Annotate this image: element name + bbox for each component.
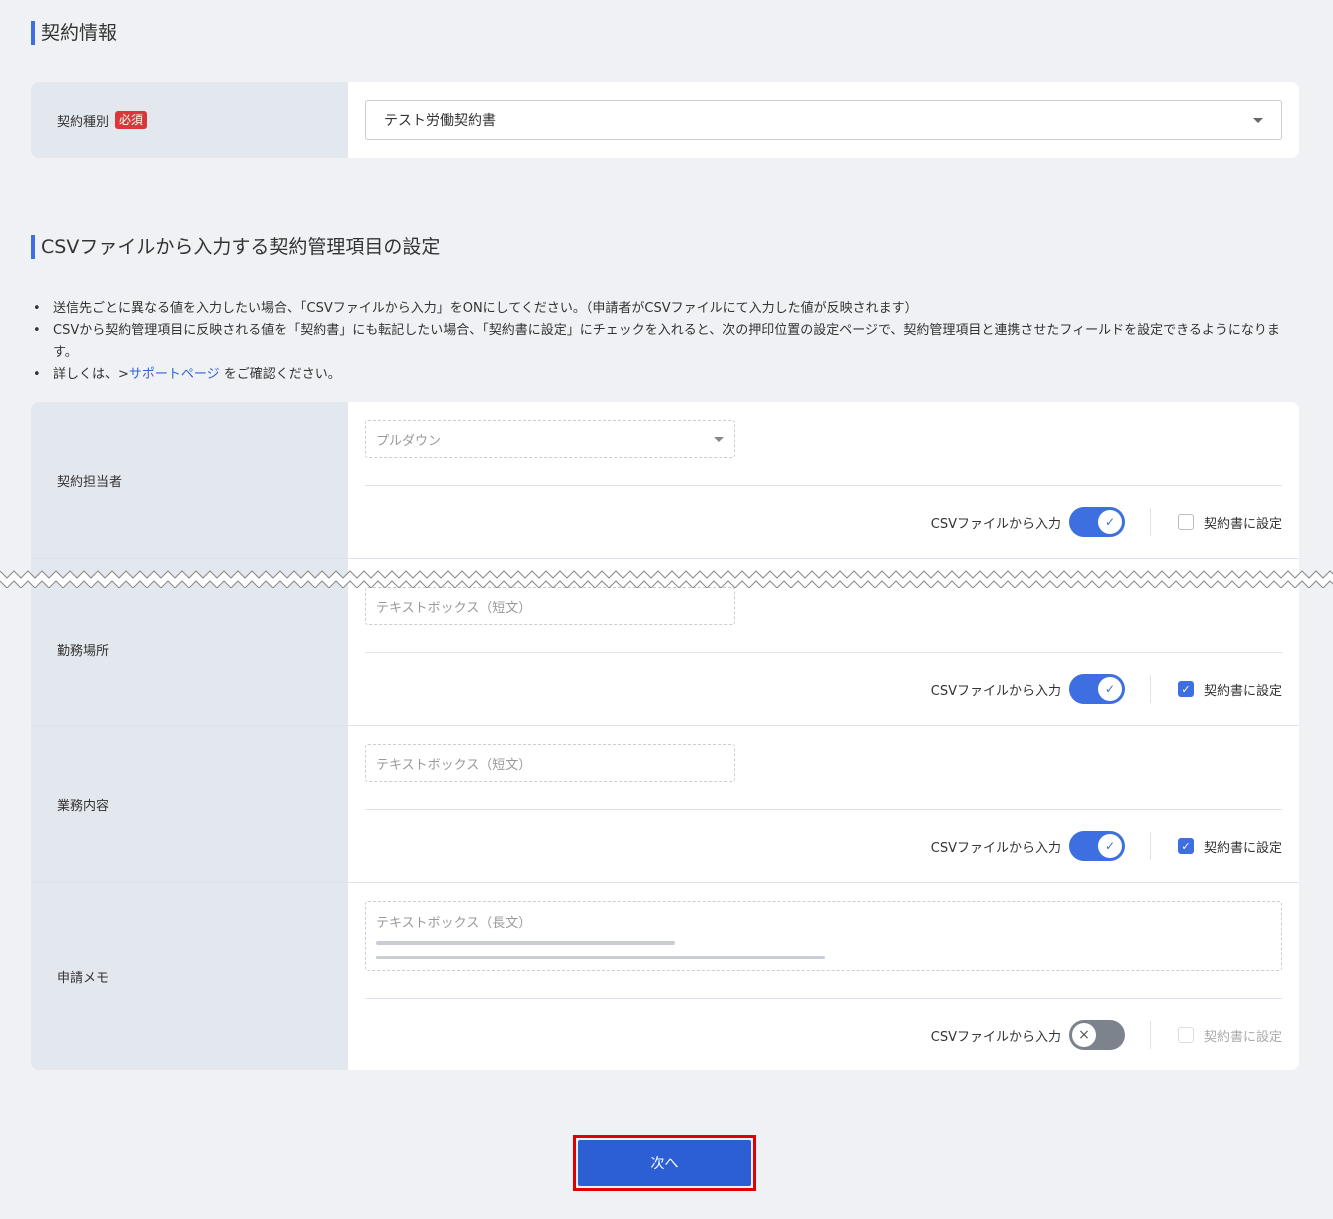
textbox-short-placeholder: テキストボックス（短文） bbox=[365, 587, 735, 625]
field-row-contract-owner: 契約担当者 プルダウン CSVファイルから入力 ✓ 契約書に設定 bbox=[31, 402, 1299, 559]
csv-toggle-label: CSVファイルから入力 bbox=[930, 840, 1061, 856]
close-icon: × bbox=[1071, 1023, 1096, 1047]
dropdown-placeholder: プルダウン bbox=[365, 420, 735, 458]
row-controls: CSVファイルから入力 ✓ ✓ 契約書に設定 bbox=[365, 653, 1282, 725]
row-controls: CSVファイルから入力 ✓ 契約書に設定 bbox=[365, 486, 1282, 558]
note-item: CSVから契約管理項目に反映される値を「契約書」にも転記したい場合、「契約書に設… bbox=[31, 320, 1299, 364]
set-contract-checkbox[interactable]: ✓ bbox=[1177, 838, 1194, 854]
vertical-divider bbox=[1149, 675, 1151, 703]
csv-toggle[interactable]: ✓ bbox=[1068, 831, 1125, 861]
row-controls: CSVファイルから入力 × 契約書に設定 bbox=[365, 999, 1282, 1070]
contract-type-select[interactable]: テスト労働契約書 bbox=[365, 100, 1282, 140]
field-label: 申請メモ bbox=[31, 883, 348, 1070]
csv-toggle[interactable]: ✓ bbox=[1068, 507, 1125, 537]
csv-fields-card: 契約担当者 プルダウン CSVファイルから入力 ✓ 契約書に設定 勤務場所 テキ bbox=[31, 402, 1299, 1070]
csv-toggle[interactable]: × bbox=[1068, 1020, 1125, 1050]
chevron-down-icon bbox=[1253, 118, 1263, 123]
textbox-long-placeholder: テキストボックス（長文） bbox=[365, 901, 1282, 971]
required-badge: 必須 bbox=[115, 111, 148, 129]
note-item: 送信先ごとに異なる値を入力したい場合、「CSVファイルから入力」をONにしてくだ… bbox=[31, 298, 1299, 320]
vertical-divider bbox=[1149, 832, 1151, 860]
set-contract-checkbox[interactable] bbox=[1177, 1027, 1194, 1043]
set-contract-option[interactable]: 契約書に設定 bbox=[1177, 513, 1282, 532]
set-contract-checkbox[interactable]: ✓ bbox=[1177, 681, 1194, 697]
set-contract-option[interactable]: ✓ 契約書に設定 bbox=[1177, 837, 1282, 856]
set-contract-checkbox[interactable] bbox=[1177, 514, 1194, 530]
check-icon: ✓ bbox=[1097, 834, 1122, 858]
contract-type-label: 契約種別 必須 bbox=[31, 82, 348, 158]
field-row-job-description: 業務内容 テキストボックス（短文） CSVファイルから入力 ✓ ✓ 契約書に設定 bbox=[31, 726, 1299, 883]
vertical-divider bbox=[1149, 1021, 1151, 1049]
set-contract-option[interactable]: ✓ 契約書に設定 bbox=[1177, 680, 1282, 699]
field-label: 契約担当者 bbox=[31, 402, 348, 558]
contract-type-card: 契約種別 必須 テスト労働契約書 bbox=[31, 82, 1299, 158]
next-button[interactable]: 次へ bbox=[578, 1140, 751, 1186]
placeholder-text: テキストボックス（短文） bbox=[376, 757, 532, 773]
contract-type-select-value: テスト労働契約書 bbox=[384, 113, 496, 129]
csv-section-title: CSVファイルから入力する契約管理項目の設定 bbox=[31, 235, 440, 259]
set-contract-label: 契約書に設定 bbox=[1203, 840, 1282, 856]
chevron-down-icon bbox=[714, 437, 724, 442]
set-contract-label: 契約書に設定 bbox=[1203, 683, 1282, 699]
contract-type-label-text: 契約種別 bbox=[57, 114, 110, 130]
skeleton-line bbox=[376, 941, 675, 945]
skeleton-line bbox=[376, 956, 825, 959]
note-suffix: をご確認ください。 bbox=[223, 367, 341, 382]
support-page-link[interactable]: サポートページ bbox=[129, 367, 220, 382]
csv-toggle-label: CSVファイルから入力 bbox=[930, 683, 1061, 699]
notes-list: 送信先ごとに異なる値を入力したい場合、「CSVファイルから入力」をONにしてくだ… bbox=[31, 298, 1299, 386]
csv-toggle-label: CSVファイルから入力 bbox=[930, 1029, 1061, 1045]
vertical-divider bbox=[1149, 508, 1151, 536]
set-contract-label: 契約書に設定 bbox=[1203, 1029, 1282, 1045]
contract-info-title: 契約情報 bbox=[31, 21, 117, 45]
note-item: 詳しくは、>サポートページ をご確認ください。 bbox=[31, 364, 1299, 386]
placeholder-text: テキストボックス（短文） bbox=[376, 600, 532, 616]
textbox-short-placeholder: テキストボックス（短文） bbox=[365, 744, 735, 782]
placeholder-text: テキストボックス（長文） bbox=[376, 916, 532, 931]
next-button-highlight: 次へ bbox=[573, 1135, 756, 1191]
tear-separator bbox=[0, 570, 1333, 588]
set-contract-label: 契約書に設定 bbox=[1203, 516, 1282, 532]
row-controls: CSVファイルから入力 ✓ ✓ 契約書に設定 bbox=[365, 810, 1282, 882]
field-row-application-memo: 申請メモ テキストボックス（長文） CSVファイルから入力 × 契約書に設定 bbox=[31, 883, 1299, 1070]
check-icon: ✓ bbox=[1097, 677, 1122, 701]
csv-toggle[interactable]: ✓ bbox=[1068, 674, 1125, 704]
check-icon: ✓ bbox=[1097, 510, 1122, 534]
csv-toggle-label: CSVファイルから入力 bbox=[930, 516, 1061, 532]
set-contract-option[interactable]: 契約書に設定 bbox=[1177, 1026, 1282, 1045]
field-label: 業務内容 bbox=[31, 726, 348, 882]
placeholder-text: プルダウン bbox=[376, 433, 442, 449]
note-prefix: 詳しくは、> bbox=[53, 367, 129, 382]
